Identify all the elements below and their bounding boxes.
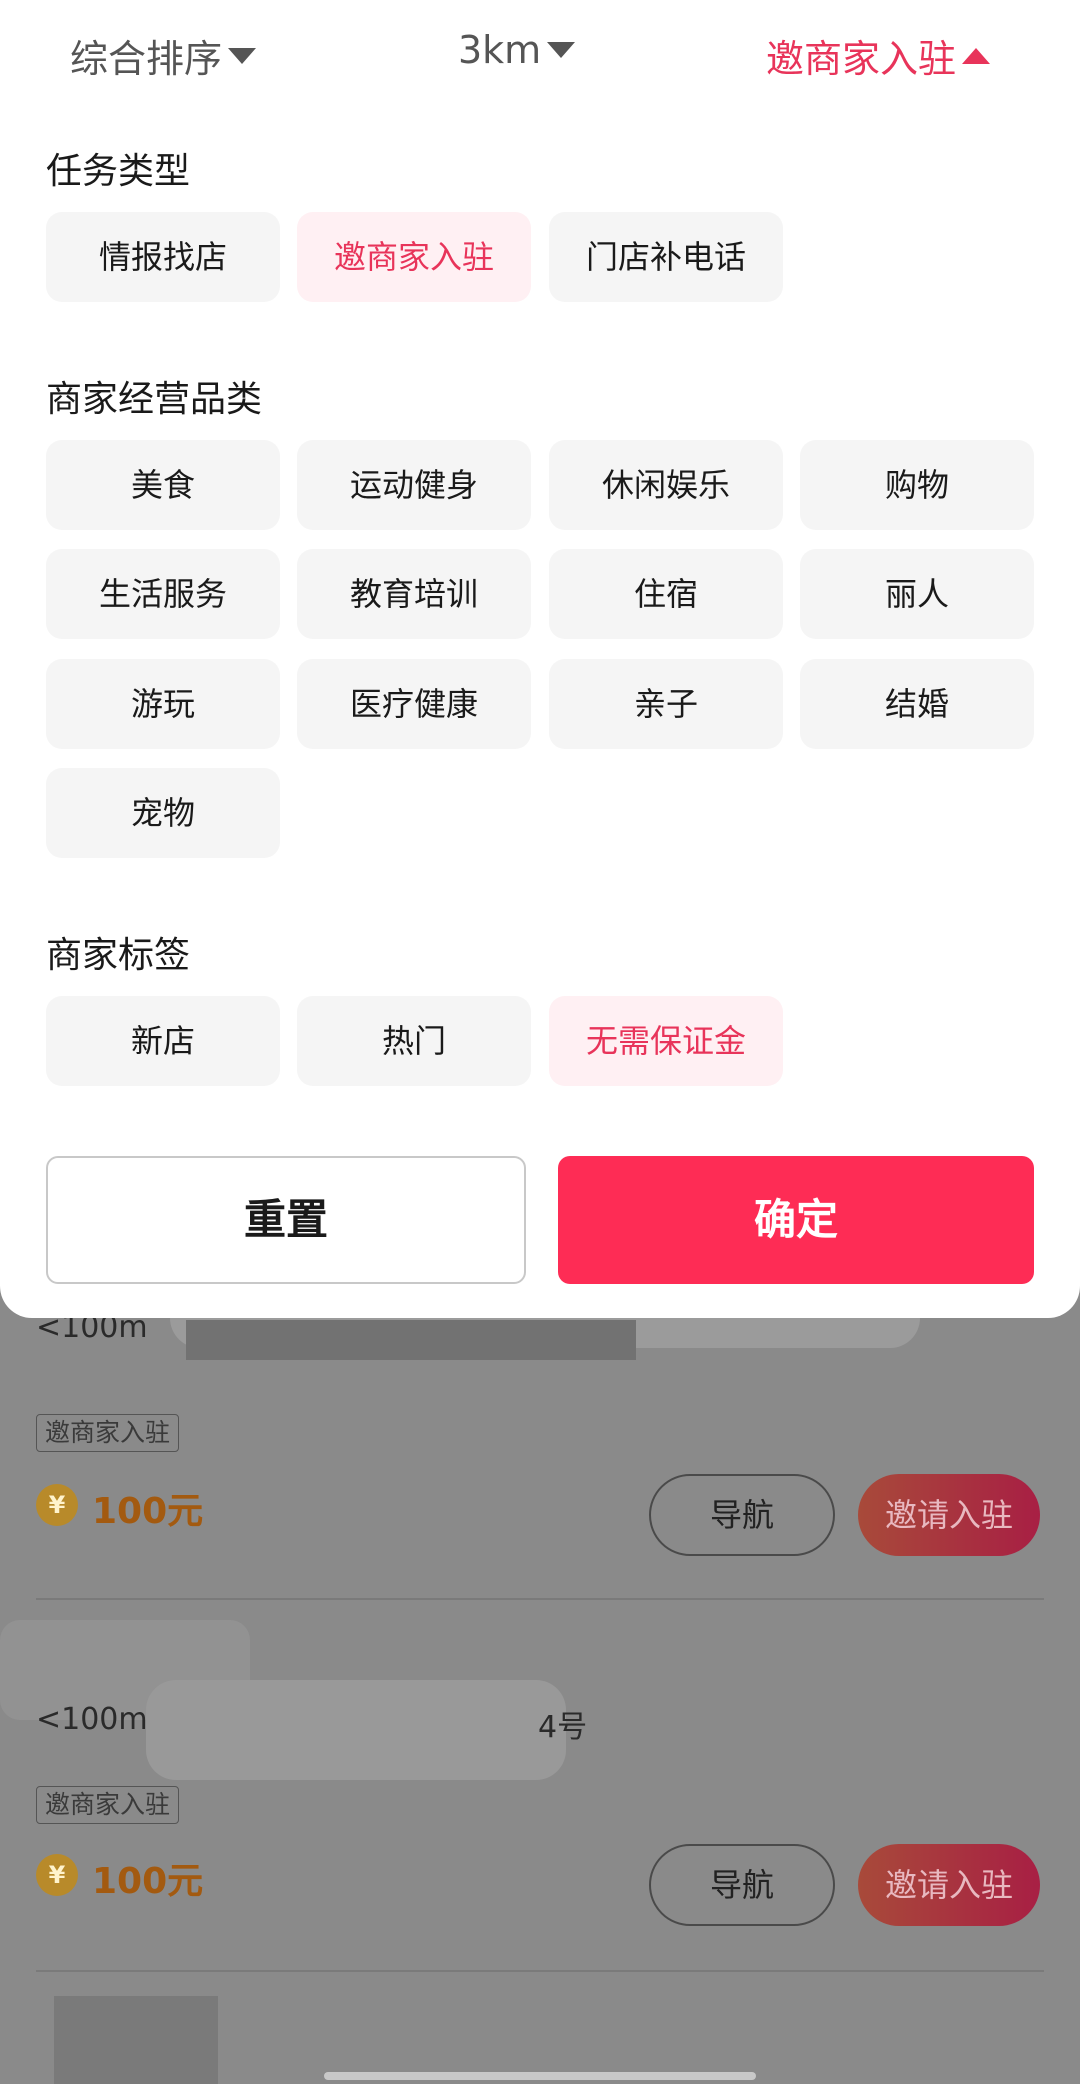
chip-category[interactable]: 丽人: [800, 549, 1034, 639]
coin-icon: ¥: [36, 1484, 78, 1526]
chip-category[interactable]: 运动健身: [297, 440, 531, 530]
distance-label: 3km: [458, 28, 542, 72]
filter-sheet: 综合排序 3km 邀商家入驻 任务类型 情报找店 邀商家入驻 门店补电话 商家经…: [0, 0, 1080, 1318]
caret-up-icon: [962, 47, 991, 64]
caret-down-icon: [228, 47, 257, 64]
merchant-list: <100m 邀商家入驻 ¥ 100元 导航 邀请入驻 <100m 4号 邀商家入…: [0, 1278, 1080, 2084]
section-title-merchant-tags: 商家标签: [46, 935, 191, 976]
chip-category[interactable]: 宠物: [46, 768, 280, 858]
chip-category[interactable]: 教育培训: [297, 549, 531, 639]
chip-category[interactable]: 结婚: [800, 659, 1034, 749]
chip-category[interactable]: 医疗健康: [297, 659, 531, 749]
section-title-task-type: 任务类型: [46, 151, 191, 192]
task-type-label: 邀商家入驻: [766, 37, 957, 81]
chip-tag-hot[interactable]: 热门: [297, 996, 531, 1086]
caret-down-icon: [547, 42, 576, 58]
sort-bar: 综合排序 3km 邀商家入驻: [0, 0, 1080, 108]
confirm-button[interactable]: 确定: [558, 1156, 1034, 1284]
chip-category[interactable]: 住宿: [549, 549, 783, 639]
invite-button[interactable]: 邀请入驻: [858, 1844, 1040, 1926]
blurred-address: [186, 1320, 636, 1360]
chip-task-intel[interactable]: 情报找店: [46, 212, 280, 302]
chip-tag-no-deposit[interactable]: 无需保证金: [549, 996, 783, 1086]
list-item[interactable]: <100m 4号 邀商家入驻 ¥ 100元 导航 邀请入驻: [0, 1620, 1044, 1940]
distance-label: <100m: [36, 1702, 148, 1737]
divider: [36, 1598, 1044, 1600]
coin-icon: ¥: [36, 1854, 78, 1896]
chip-category[interactable]: 购物: [800, 440, 1034, 530]
address-fragment: 4号: [538, 1710, 588, 1745]
sort-label: 综合排序: [70, 37, 223, 81]
reward-amount: 100元: [92, 1491, 204, 1532]
chip-task-phone[interactable]: 门店补电话: [549, 212, 783, 302]
chip-category[interactable]: 休闲娱乐: [549, 440, 783, 530]
chip-category[interactable]: 亲子: [549, 659, 783, 749]
section-title-category: 商家经营品类: [46, 379, 263, 420]
invite-button[interactable]: 邀请入驻: [858, 1474, 1040, 1556]
chip-category[interactable]: 美食: [46, 440, 280, 530]
divider: [36, 1970, 1044, 1972]
task-tag: 邀商家入驻: [36, 1414, 180, 1452]
chip-task-invite[interactable]: 邀商家入驻: [297, 212, 531, 302]
list-item[interactable]: <100m 邀商家入驻 ¥ 100元 导航 邀请入驻: [36, 1278, 1044, 1590]
reset-button[interactable]: 重置: [46, 1156, 526, 1284]
chip-category[interactable]: 游玩: [46, 659, 280, 749]
task-type-dropdown[interactable]: 邀商家入驻: [766, 28, 991, 83]
blurred-thumbnail: [54, 1996, 218, 2084]
distance-dropdown[interactable]: 3km: [458, 28, 576, 72]
home-indicator: [324, 2072, 756, 2080]
chip-tag-new[interactable]: 新店: [46, 996, 280, 1086]
sort-dropdown[interactable]: 综合排序: [70, 28, 257, 83]
navigate-button[interactable]: 导航: [649, 1844, 835, 1926]
reward-amount: 100元: [92, 1861, 204, 1902]
task-tag: 邀商家入驻: [36, 1786, 180, 1824]
chip-category[interactable]: 生活服务: [46, 549, 280, 639]
navigate-button[interactable]: 导航: [649, 1474, 835, 1556]
blurred-address: [146, 1680, 566, 1780]
